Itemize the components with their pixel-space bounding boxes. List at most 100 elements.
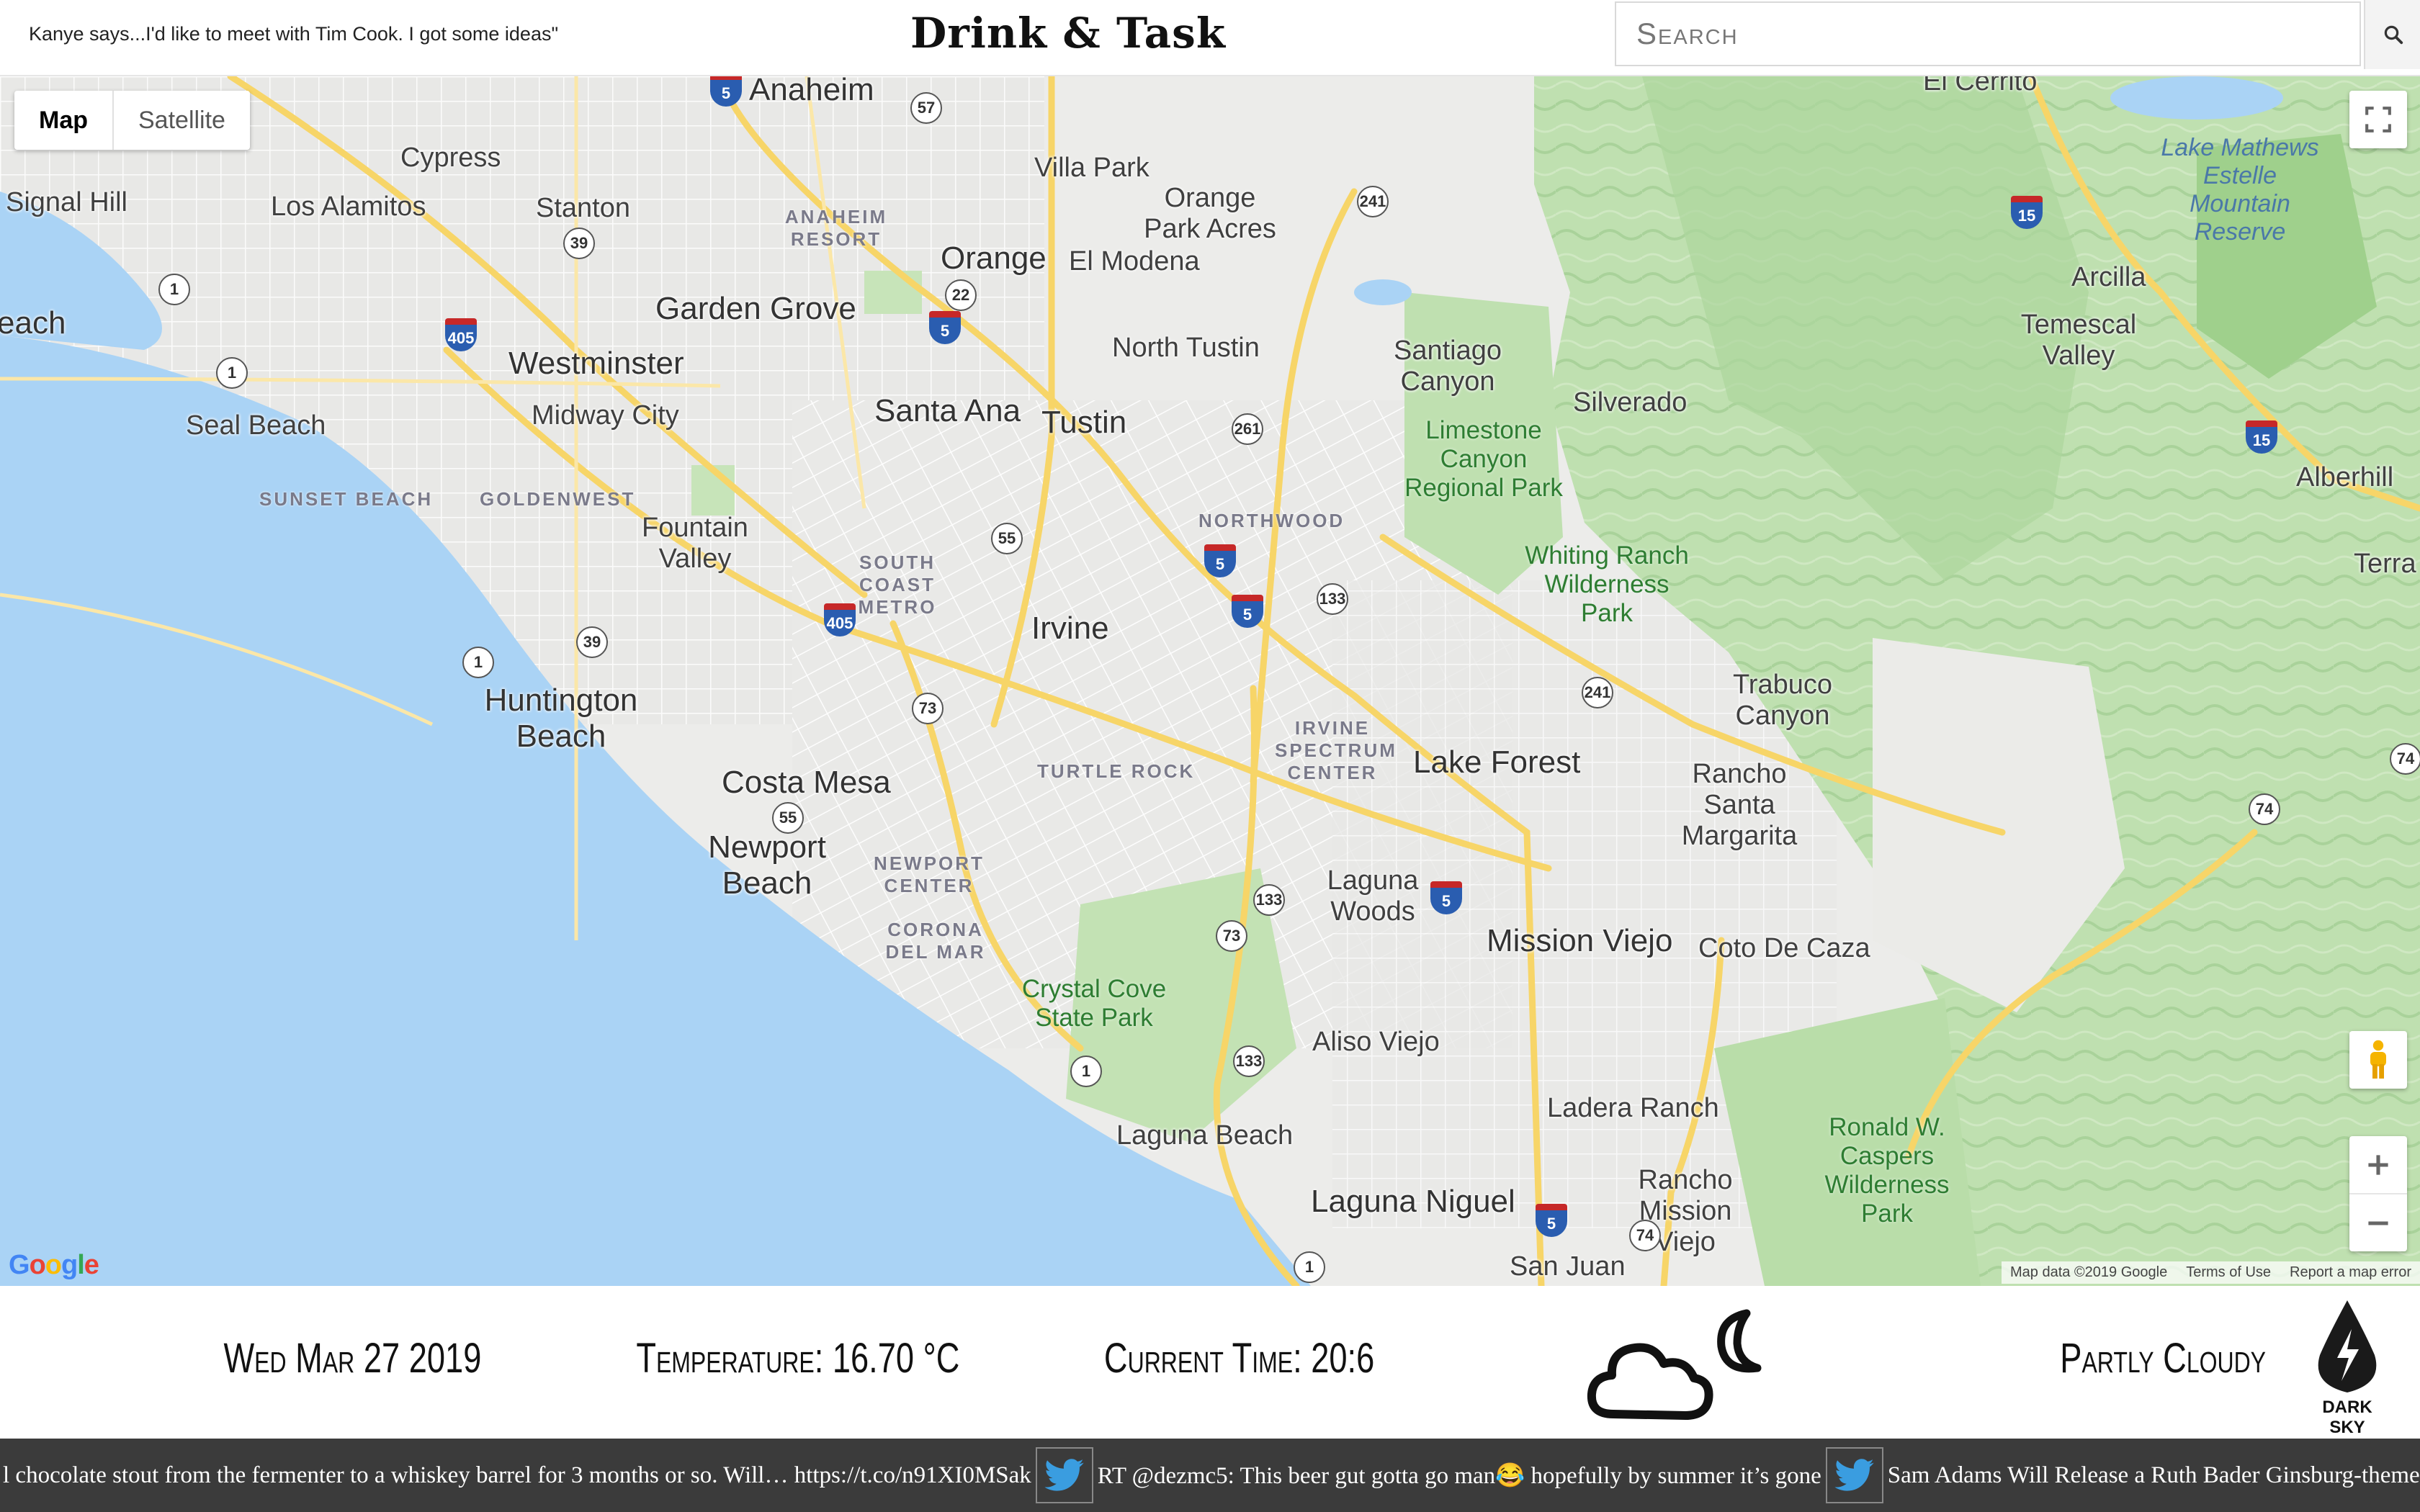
map-label-santiago-canyon: Santiago Canyon [1393,336,1502,397]
pegman-icon [2370,1040,2386,1079]
route-shield: 261 [1232,413,1263,445]
interstate-shield: 5 [710,76,742,107]
minus-icon [2368,1220,2388,1225]
map-label-coto-de-caza: Coto De Caza [1698,933,1870,963]
map-label-aliso-viejo: Aliso Viejo [1312,1027,1440,1057]
map-label-temescal-valley: Temescal Valley [2020,310,2137,371]
map-label-garden-grove: Garden Grove [655,291,856,326]
fullscreen-button[interactable] [2349,91,2407,148]
map-label-alberhill: Alberhill [2296,462,2394,492]
top-header: Kanye says...I'd like to meet with Tim C… [0,0,2420,76]
map-label-terra: Terra C [2354,549,2420,579]
map-label-crystal-cove: Crystal Cove State Park [1021,975,1167,1032]
dark-sky-label: DARK SKY [2322,1398,2372,1437]
route-shield: 74 [2249,793,2280,825]
map-label-huntington-beach: Huntington Beach [484,683,638,754]
route-shield: 22 [945,279,977,311]
weather-summary: Partly Cloudy [2060,1335,2267,1382]
ticker-tweet[interactable]: l chocolate stout from the fermenter to … [0,1462,1034,1489]
route-shield: 1 [158,274,190,305]
dark-sky-drop-icon [2318,1300,2377,1392]
map-label-laguna-woods: Laguna Woods [1327,865,1419,927]
map-label-san-juan: San Juan [1510,1251,1626,1282]
weather-temperature: Temperature: 16.70 °C [636,1335,960,1382]
map-label-el-cerrito: El Cerrito [1923,76,2038,96]
map-label-cypress: Cypress [400,143,501,173]
street-view-pegman-button[interactable] [2349,1031,2407,1089]
partly-cloudy-night-icon [1585,1306,1779,1428]
interstate-shield: 5 [929,311,961,344]
map-label-laguna-niguel: Laguna Niguel [1311,1184,1515,1219]
route-shield: 39 [563,228,595,259]
ticker-tweet[interactable]: Sam Adams Will Release a Ruth Bader Gins… [1885,1462,2420,1489]
map-type-map-button[interactable]: Map [14,91,114,150]
map-label-rancho-santa-margarita: Rancho Santa Margarita [1681,759,1798,851]
map-type-control: Map Satellite [14,91,250,150]
map-label-whiting-ranch: Whiting Ranch Wilderness Park [1525,541,1689,627]
fullscreen-icon [2365,107,2391,132]
route-shield: 39 [576,626,608,658]
map-label-orange: Orange [941,240,1047,276]
map-label-mission-viejo: Mission Viejo [1487,923,1673,958]
dark-sky-logo[interactable]: DARK SKY [2308,1297,2387,1437]
search-icon [2384,25,2403,45]
map-label-ronald-caspers: Ronald W. Caspers Wilderness Park [1824,1113,1950,1228]
map-label-north-tustin: North Tustin [1112,333,1260,363]
search-button[interactable] [2364,0,2420,69]
google-logo: Google [9,1250,99,1280]
route-shield: 1 [462,647,494,678]
route-shield: 241 [1582,677,1613,708]
map-label-irvine-spectrum: IRVINE SPECTRUM CENTER [1275,717,1397,783]
map-data-credit: Map data ©2019 Google [2009,1264,2168,1280]
weather-current-time: Current Time: 20:6 [1103,1335,1375,1382]
map-label-fountain-valley: Fountain Valley [642,513,748,574]
map-label-stanton: Stanton [536,193,630,223]
interstate-shield: 5 [1430,881,1462,914]
map-label-westminster: Westminster [508,346,684,381]
map-label-turtle-rock: TURTLE ROCK [1037,760,1196,782]
map-label-ladera-ranch: Ladera Ranch [1547,1093,1719,1123]
interstate-shield: 15 [2246,420,2277,454]
map-label-lake-mathews: Lake Mathews Estelle Mountain Reserve [2161,134,2319,246]
map-label-goldenwest: GOLDENWEST [480,488,636,510]
ticker-tweet[interactable]: RT @dezmc5: This beer gut gotta go man😂 … [1095,1462,1824,1490]
route-shield: 241 [1357,186,1389,217]
map-type-satellite-button[interactable]: Satellite [114,91,250,150]
zoom-control [2349,1136,2407,1251]
terms-of-use-link[interactable]: Terms of Use [2186,1264,2271,1281]
map-attribution: Map data ©2019 Google Terms of Use Repor… [2001,1261,2420,1284]
map-label-anaheim: Anaheim [749,76,874,107]
route-shield: 133 [1317,583,1348,615]
twitter-icon [1825,1447,1883,1503]
map-label-midway-city: Midway City [532,400,679,431]
search-input[interactable] [1616,3,2360,65]
interstate-shield: 405 [445,318,477,351]
interstate-shield: 5 [1232,595,1263,628]
weather-bar: Wed Mar 27 2019 Temperature: 16.70 °C Cu… [0,1287,2420,1439]
plus-icon [2368,1154,2388,1175]
map-label-newport-center: NEWPORT CENTER [874,852,985,896]
map-label-irvine: Irvine [1031,611,1109,646]
route-shield: 73 [1216,920,1247,952]
map-label-sunset-beach: SUNSET BEACH [259,488,434,510]
interstate-shield: 5 [1204,544,1236,577]
zoom-out-button[interactable] [2349,1194,2407,1251]
weather-date: Wed Mar 27 2019 [223,1335,482,1382]
map-label-orange-park-acres: Orange Park Acres [1144,183,1276,244]
map-label-el-modena: El Modena [1069,246,1200,276]
map-view[interactable]: Map Satellite Anaheim El Cerrito Cypress… [0,76,2420,1286]
map-canvas[interactable] [0,76,2420,1286]
route-shield: 1 [1294,1251,1325,1283]
zoom-in-button[interactable] [2349,1136,2407,1194]
map-label-trabuco-canyon: Trabuco Canyon [1733,670,1832,731]
interstate-shield: 15 [2011,196,2043,229]
map-label-silverado: Silverado [1573,387,1688,418]
map-label-limestone-canyon: Limestone Canyon Regional Park [1404,416,1563,502]
route-shield: 1 [216,357,248,389]
route-shield: 55 [772,802,804,834]
report-map-error-link[interactable]: Report a map error [2290,1264,2411,1281]
route-shield: 57 [910,92,942,124]
interstate-shield: 405 [824,603,856,636]
route-shield: 74 [2390,743,2420,775]
map-label-beach-edge: each [0,305,66,341]
